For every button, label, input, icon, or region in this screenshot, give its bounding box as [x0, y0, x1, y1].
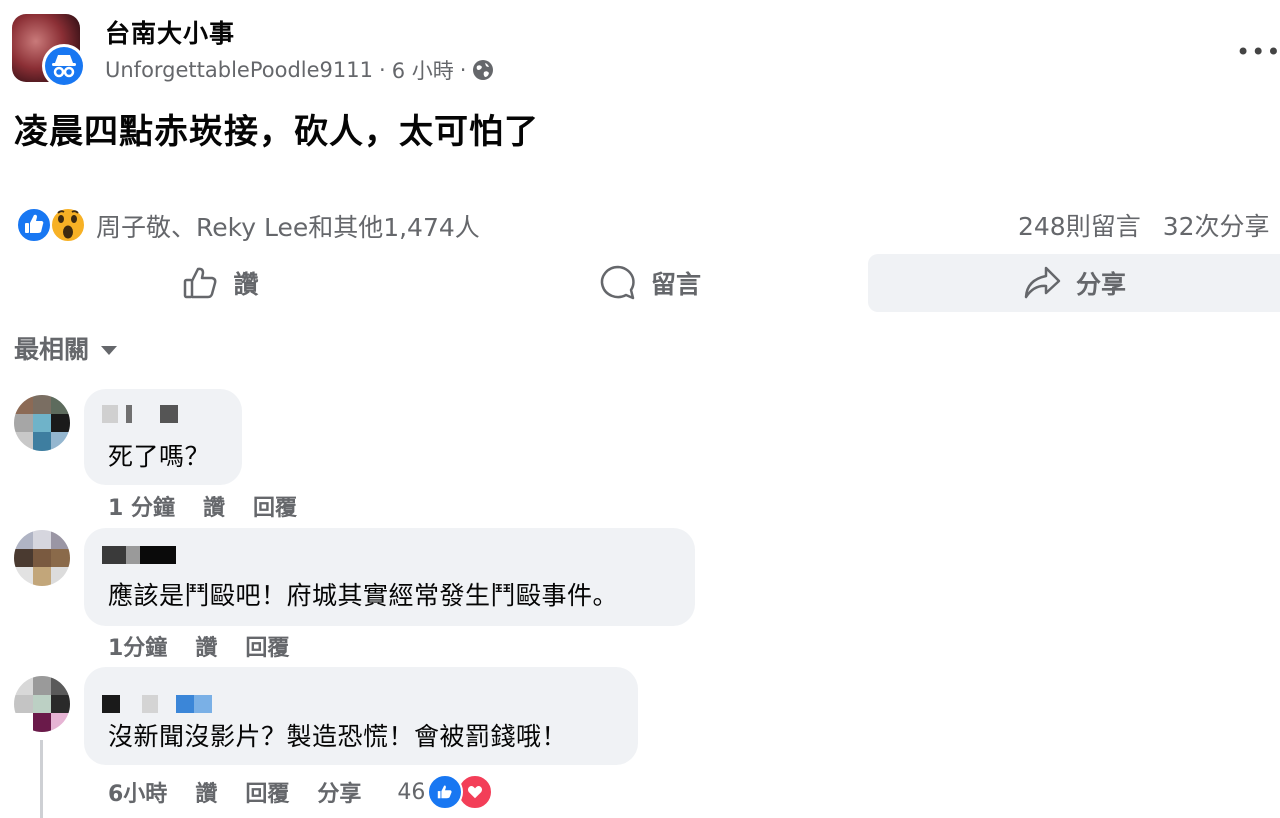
comment-icon — [600, 265, 635, 300]
anonymous-badge — [42, 44, 86, 88]
meta-separator: · — [379, 58, 386, 82]
more-icon[interactable]: ••• — [1236, 38, 1280, 66]
post-text: 凌晨四點赤崁接，砍人，太可怕了 — [14, 112, 539, 152]
share-button[interactable]: 分享 — [868, 254, 1280, 312]
commenter-avatar[interactable] — [14, 395, 70, 451]
commenter-name-blurred[interactable] — [102, 405, 178, 423]
comment-reply-button[interactable]: 回覆 — [245, 776, 289, 808]
like-label: 讚 — [233, 270, 259, 299]
comment-time[interactable]: 6小時 — [108, 776, 167, 808]
like-icon — [427, 774, 464, 810]
comment-text: 死了嗎？ — [108, 442, 211, 471]
group-name[interactable]: 台南大小事 — [105, 14, 235, 50]
shares-count[interactable]: 32次分享 — [1163, 212, 1270, 241]
sort-label: 最相關 — [14, 335, 90, 364]
comment-like-button[interactable]: 讚 — [195, 776, 217, 808]
comment-time[interactable]: 1 分鐘 — [108, 490, 175, 522]
comment-actions: 1 分鐘 讚 回覆 — [108, 490, 325, 522]
comment-label: 留言 — [650, 270, 701, 299]
comment-actions: 6小時 讚 回覆 分享 46 — [108, 774, 494, 810]
author-name[interactable]: UnforgettablePoodle9111 — [105, 58, 373, 82]
like-icon — [16, 207, 52, 243]
comment-like-button[interactable]: 讚 — [195, 630, 217, 662]
comment-reaction-count: 46 — [397, 779, 426, 805]
share-label: 分享 — [1075, 270, 1126, 299]
like-button[interactable]: 讚 — [0, 254, 440, 312]
post-time[interactable]: 6 小時 — [392, 55, 454, 85]
commenter-avatar[interactable] — [14, 530, 70, 586]
commenter-avatar[interactable] — [14, 676, 70, 732]
post-meta: UnforgettablePoodle9111 · 6 小時 · — [105, 55, 494, 85]
comment-bubble: 死了嗎？ — [84, 389, 242, 485]
thread-line — [40, 740, 43, 818]
commenter-name-blurred[interactable] — [102, 695, 212, 713]
commenter-name-blurred[interactable] — [102, 546, 176, 564]
comment-like-button[interactable]: 讚 — [203, 490, 225, 522]
meta-separator: · — [459, 58, 467, 82]
comment-text: 沒新聞沒影片？製造恐慌！會被罰錢哦！ — [108, 722, 568, 751]
comment-bubble: 沒新聞沒影片？製造恐慌！會被罰錢哦！ — [84, 667, 638, 765]
comment-sort-dropdown[interactable]: 最相關 — [14, 330, 118, 366]
thumb-icon — [184, 267, 217, 299]
comment-reactions[interactable]: 46 — [397, 774, 494, 810]
comment-bubble: 應該是鬥毆吧！府城其實經常發生鬥毆事件。 — [84, 528, 695, 626]
wow-icon — [50, 207, 86, 243]
comments-count[interactable]: 248則留言 — [1018, 212, 1141, 241]
comment-button[interactable]: 留言 — [430, 254, 870, 312]
reaction-names[interactable]: 周子敬、Reky Lee和其他1,474人 — [96, 208, 480, 244]
comment-actions: 1分鐘 讚 回覆 — [108, 630, 317, 662]
comment-time[interactable]: 1分鐘 — [108, 630, 167, 662]
comment-text: 應該是鬥毆吧！府城其實經常發生鬥毆事件。 — [108, 581, 619, 610]
share-icon — [1024, 266, 1061, 299]
incognito-icon — [52, 55, 76, 78]
comment-reply-button[interactable]: 回覆 — [253, 490, 297, 522]
globe-icon — [473, 60, 494, 80]
comment-share-button[interactable]: 分享 — [317, 776, 361, 808]
comment-reply-button[interactable]: 回覆 — [245, 630, 289, 662]
post-stats: 248則留言 32次分享 — [1018, 207, 1270, 243]
reaction-icons[interactable] — [16, 205, 88, 245]
caret-icon — [101, 345, 118, 355]
